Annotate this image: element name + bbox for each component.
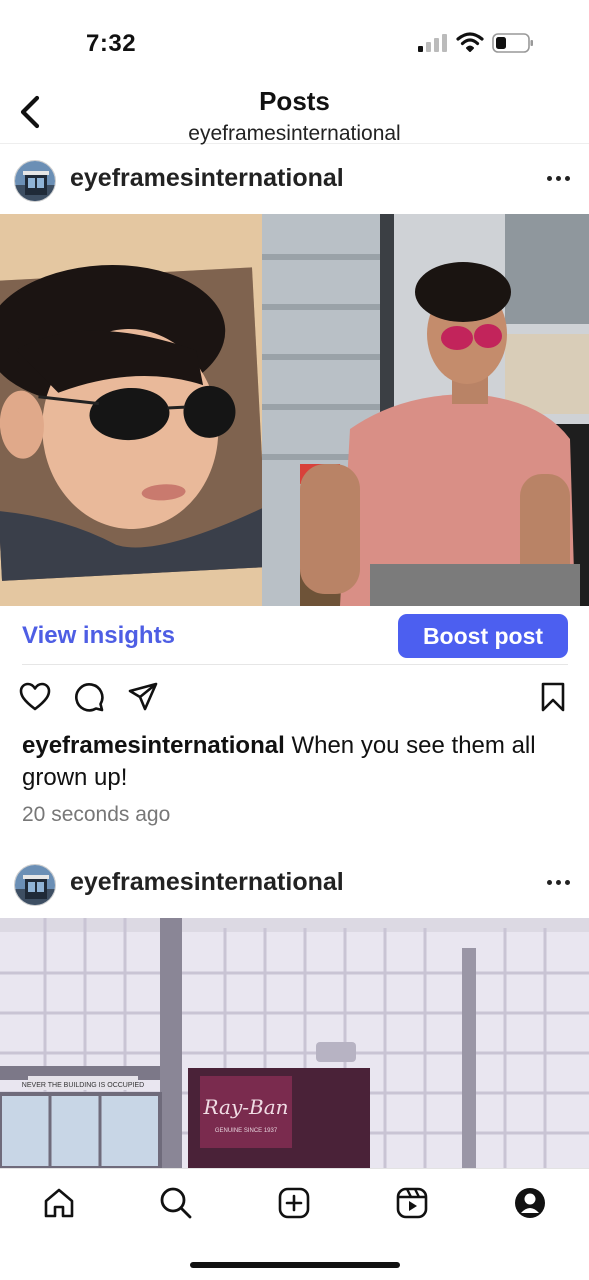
reels-icon bbox=[396, 1187, 428, 1219]
tab-profile[interactable] bbox=[512, 1185, 548, 1221]
tab-home[interactable] bbox=[41, 1185, 77, 1221]
post-image[interactable] bbox=[0, 214, 589, 606]
post-caption: eyeframesinternational When you see them… bbox=[22, 730, 572, 794]
profile-icon bbox=[515, 1188, 545, 1218]
view-insights-link[interactable]: View insights bbox=[22, 622, 175, 650]
post-header: eyeframesinternational bbox=[0, 144, 589, 214]
heart-icon bbox=[19, 682, 51, 711]
comment-button[interactable] bbox=[72, 680, 106, 714]
comment-icon bbox=[75, 683, 104, 712]
building-banner-text: NEVER THE BUILDING IS OCCUPIED bbox=[22, 1082, 144, 1089]
wifi-icon bbox=[456, 32, 484, 52]
ray-ban-logo-text: Ray-Ban bbox=[203, 1095, 289, 1119]
storefront-avatar-image bbox=[15, 865, 55, 905]
tab-search[interactable] bbox=[158, 1185, 194, 1221]
post-username[interactable]: eyeframesinternational bbox=[70, 868, 344, 897]
posts-header: Posts eyeframesinternational bbox=[0, 80, 589, 145]
more-options-button[interactable] bbox=[543, 870, 573, 894]
tab-create[interactable] bbox=[276, 1185, 312, 1221]
save-button[interactable] bbox=[536, 680, 570, 714]
send-icon bbox=[128, 682, 158, 711]
share-button[interactable] bbox=[126, 680, 160, 714]
tab-reels[interactable] bbox=[394, 1185, 430, 1221]
post-timestamp: 20 seconds ago bbox=[22, 803, 171, 826]
battery-icon bbox=[492, 33, 533, 53]
more-horizontal-icon bbox=[546, 175, 552, 181]
more-options-button[interactable] bbox=[543, 166, 573, 190]
page-subtitle: eyeframesinternational bbox=[188, 122, 401, 145]
divider bbox=[22, 664, 568, 665]
insights-row: View insights Boost post bbox=[0, 606, 589, 666]
avatar[interactable] bbox=[14, 160, 56, 202]
more-horizontal-icon bbox=[546, 879, 552, 885]
post-username[interactable]: eyeframesinternational bbox=[70, 164, 344, 193]
like-button[interactable] bbox=[18, 680, 52, 714]
storefront-avatar-image bbox=[15, 161, 55, 201]
post-image-2[interactable]: NEVER THE BUILDING IS OCCUPIED Ray-Ban G… bbox=[0, 918, 589, 1168]
post-header-2: eyeframesinternational bbox=[0, 848, 589, 918]
store-entrance-photo: NEVER THE BUILDING IS OCCUPIED Ray-Ban G… bbox=[0, 918, 589, 1168]
plus-square-icon bbox=[278, 1187, 310, 1219]
home-icon bbox=[44, 1188, 74, 1218]
cellular-signal-icon bbox=[418, 34, 447, 52]
ray-ban-tagline: GENUINE SINCE 1937 bbox=[215, 1128, 278, 1134]
caption-username[interactable]: eyeframesinternational bbox=[22, 732, 285, 759]
status-time: 7:32 bbox=[86, 30, 137, 57]
post-photo-collage bbox=[0, 214, 589, 606]
home-indicator bbox=[190, 1262, 400, 1268]
search-icon bbox=[160, 1187, 192, 1219]
page-title: Posts bbox=[259, 86, 330, 116]
status-bar: 7:32 bbox=[0, 0, 589, 80]
avatar[interactable] bbox=[14, 864, 56, 906]
bookmark-icon bbox=[541, 682, 565, 712]
boost-post-button[interactable]: Boost post bbox=[398, 614, 568, 658]
